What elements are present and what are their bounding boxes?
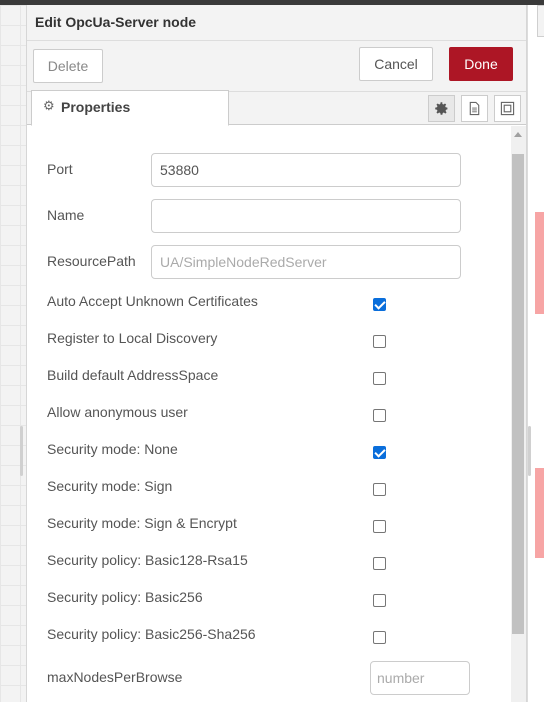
policy-basic256-label: Security policy: Basic256 bbox=[47, 589, 203, 605]
policy-basic256-checkbox[interactable] bbox=[373, 594, 386, 607]
edit-tray: Edit OpcUa-Server node Delete Cancel Don… bbox=[26, 5, 527, 702]
tray-title: Edit OpcUa-Server node bbox=[35, 14, 197, 30]
tab-properties[interactable]: ⚙ Properties bbox=[31, 90, 229, 126]
name-label: Name bbox=[47, 207, 85, 223]
build-addressspace-checkbox[interactable] bbox=[373, 372, 386, 385]
policy-basic256-sha256-label: Security policy: Basic256-Sha256 bbox=[47, 626, 256, 642]
sidebar-area bbox=[527, 5, 544, 702]
auto-accept-label: Auto Accept Unknown Certificates bbox=[47, 293, 258, 309]
tray-header: Edit OpcUa-Server node bbox=[27, 5, 526, 41]
properties-form: Port Name ResourcePath Auto Accept Unkno… bbox=[27, 126, 511, 702]
scroll-up-arrow-icon[interactable] bbox=[514, 132, 522, 137]
register-discovery-checkbox[interactable] bbox=[373, 335, 386, 348]
cancel-button[interactable]: Cancel bbox=[359, 47, 433, 81]
port-input[interactable] bbox=[151, 153, 461, 187]
node-settings-button[interactable] bbox=[428, 95, 455, 122]
allow-anonymous-checkbox[interactable] bbox=[373, 409, 386, 422]
form-scrollbar[interactable] bbox=[511, 126, 526, 702]
allow-anonymous-label: Allow anonymous user bbox=[47, 404, 188, 420]
error-node-highlight bbox=[535, 468, 544, 558]
gear-icon bbox=[435, 102, 448, 115]
security-mode-sign-checkbox[interactable] bbox=[373, 483, 386, 496]
port-label: Port bbox=[47, 161, 73, 177]
gear-icon: ⚙ bbox=[43, 98, 55, 113]
node-description-button[interactable] bbox=[461, 95, 488, 122]
max-nodes-label: maxNodesPerBrowse bbox=[47, 669, 183, 685]
tray-resize-handle[interactable] bbox=[20, 426, 23, 476]
policy-basic256-sha256-checkbox[interactable] bbox=[373, 631, 386, 644]
policy-basic128-checkbox[interactable] bbox=[373, 557, 386, 570]
node-appearance-button[interactable] bbox=[494, 95, 521, 122]
security-mode-sign-encrypt-checkbox[interactable] bbox=[373, 520, 386, 533]
policy-basic128-label: Security policy: Basic128-Rsa15 bbox=[47, 552, 248, 568]
register-discovery-label: Register to Local Discovery bbox=[47, 330, 218, 346]
document-icon bbox=[469, 101, 480, 116]
error-node-highlight bbox=[535, 212, 544, 314]
resource-path-label: ResourcePath bbox=[47, 253, 136, 269]
sidebar-tab[interactable] bbox=[537, 5, 544, 37]
build-addressspace-label: Build default AddressSpace bbox=[47, 367, 219, 383]
delete-button[interactable]: Delete bbox=[33, 49, 103, 83]
resource-path-input[interactable] bbox=[151, 245, 461, 279]
security-mode-none-label: Security mode: None bbox=[47, 441, 178, 457]
tray-toolbar: Delete Cancel Done bbox=[27, 41, 526, 92]
frame-icon bbox=[500, 101, 515, 116]
tabs-bar: ⚙ Properties bbox=[27, 90, 526, 126]
tab-properties-label: Properties bbox=[61, 99, 131, 115]
workspace-canvas[interactable] bbox=[0, 5, 26, 702]
security-mode-sign-label: Security mode: Sign bbox=[47, 478, 173, 494]
name-input[interactable] bbox=[151, 199, 461, 233]
sidebar-resize-handle[interactable] bbox=[528, 426, 531, 476]
scrollbar-thumb[interactable] bbox=[512, 154, 524, 634]
security-mode-none-checkbox[interactable] bbox=[373, 446, 386, 459]
done-button[interactable]: Done bbox=[449, 47, 513, 81]
auto-accept-checkbox[interactable] bbox=[373, 298, 386, 311]
security-mode-sign-encrypt-label: Security mode: Sign & Encrypt bbox=[47, 515, 237, 531]
max-nodes-input[interactable] bbox=[370, 661, 470, 695]
